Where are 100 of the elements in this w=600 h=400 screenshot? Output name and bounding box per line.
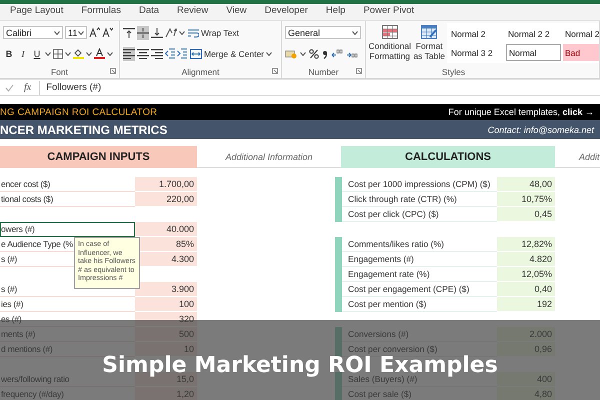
calculation-value-cell: 12,82% <box>497 237 555 252</box>
font-color-icon[interactable] <box>94 48 105 59</box>
ribbon-tab[interactable]: Power Pivot <box>363 3 422 21</box>
calculation-value-cell: 48,00 <box>497 177 555 192</box>
dialog-launcher-icon[interactable] <box>110 68 116 74</box>
conditional-formatting-button[interactable]: Conditional Formatting <box>368 25 412 66</box>
caret-icon[interactable] <box>300 52 306 56</box>
font-grow-icon[interactable] <box>89 27 100 38</box>
table-icon <box>421 25 438 39</box>
font-name-dropdown[interactable]: Calibri <box>3 26 63 39</box>
calculation-value-cell: 0,96 <box>497 342 555 357</box>
input-value-cell[interactable]: 100 <box>135 297 197 312</box>
group-accent-bar <box>335 177 342 222</box>
increase-indent-icon[interactable] <box>177 48 187 59</box>
ribbon-tab[interactable]: Data <box>138 3 168 21</box>
caret-icon[interactable] <box>179 30 185 34</box>
text-orientation-icon[interactable] <box>165 27 177 38</box>
caret-icon[interactable] <box>107 52 113 56</box>
calculation-label-cell: Cost per mention ($) <box>342 297 497 312</box>
cell-style-option[interactable]: Normal <box>506 44 561 61</box>
comma-style-icon[interactable] <box>322 48 328 58</box>
increase-decimal-icon[interactable] <box>331 48 343 58</box>
vertical-align-button[interactable] <box>137 26 149 40</box>
align-center-icon <box>137 48 149 59</box>
calculation-value-cell: 10,75% <box>497 192 555 207</box>
input-value-cell[interactable]: 1.700,00 <box>135 177 197 192</box>
calculations-header: CALCULATIONS <box>341 146 555 168</box>
borders-icon[interactable] <box>53 48 63 58</box>
cell-style-option[interactable]: Normal 2 <box>449 25 504 42</box>
calculation-label-cell: Engagements (#) <box>342 252 497 267</box>
insert-function-button[interactable]: fx <box>24 82 32 93</box>
font-size-dropdown[interactable]: 11 <box>65 26 87 39</box>
group-label: Alignment <box>182 67 220 77</box>
decrease-indent-icon[interactable] <box>165 48 175 59</box>
dialog-launcher-icon[interactable] <box>272 68 278 74</box>
format-as-table-button[interactable]: Format as Table <box>412 25 446 66</box>
caret-icon[interactable] <box>266 52 272 56</box>
sheet-title: NG CAMPAIGN ROI CALCULATOR <box>0 106 158 118</box>
underline-button[interactable]: U <box>31 46 43 60</box>
horizontal-align-button[interactable] <box>137 46 149 60</box>
ribbon-tab[interactable]: View <box>226 3 255 21</box>
calculation-value-cell: 2.000 <box>497 327 555 342</box>
inputs-header: CAMPAIGN INPUTS <box>0 146 197 168</box>
fill-color-icon[interactable] <box>73 48 84 59</box>
contact-email: Contact: info@someka.net <box>488 124 594 134</box>
calculation-label-cell: Engagement rate (%) <box>342 267 497 282</box>
ribbon-tab[interactable]: Developer <box>264 3 316 21</box>
bottom-align-icon <box>151 28 163 38</box>
group-label: Styles <box>442 67 466 77</box>
calculation-value-cell: 4.820 <box>497 252 555 267</box>
input-label-cell[interactable]: tional costs ($) <box>0 192 135 207</box>
input-value-cell[interactable]: 220,00 <box>135 192 197 207</box>
calculation-value-cell: 4,80 <box>497 387 555 400</box>
wrap-text-button[interactable]: Wrap Text <box>187 26 240 40</box>
cell-style-option[interactable]: Normal 2 <box>563 25 599 42</box>
caret-icon[interactable] <box>65 52 71 56</box>
vertical-align-button[interactable] <box>151 26 163 40</box>
calculation-label-cell: Cost per engagement (CPE) ($) <box>342 282 497 297</box>
calculation-label-cell: Click through rate (CTR) (%) <box>342 192 497 207</box>
group-label: Number <box>308 67 339 77</box>
calculation-label-cell: Conversions (#) <box>342 327 497 342</box>
group-accent-bar <box>335 327 342 357</box>
caret-icon[interactable] <box>78 30 84 34</box>
templates-link[interactable]: For unique Excel templates, click → <box>448 107 594 117</box>
calculation-label-cell: Cost per 1000 impressions (CPM) ($) <box>342 177 497 192</box>
dialog-launcher-icon[interactable] <box>356 68 362 74</box>
wrap-text-icon <box>188 28 199 38</box>
ribbon-tab[interactable]: Page Layout <box>10 3 72 21</box>
input-label-cell[interactable]: owers (#) <box>0 222 135 237</box>
bold-button[interactable]: B <box>3 46 15 60</box>
cell-style-option[interactable]: Normal 3 2 <box>449 44 504 61</box>
input-value-cell[interactable]: 3.900 <box>135 282 197 297</box>
align-left-icon <box>123 48 135 59</box>
calculation-value-cell: 0,45 <box>497 207 555 222</box>
calculation-value-cell: 192 <box>497 297 555 312</box>
horizontal-align-button[interactable] <box>151 46 163 60</box>
check-icon[interactable] <box>5 84 14 92</box>
cell-style-option[interactable]: Normal 2 2 <box>506 25 561 42</box>
group-accent-bar <box>335 372 342 400</box>
vertical-align-button[interactable] <box>123 26 135 40</box>
caret-icon[interactable] <box>86 52 92 56</box>
percent-icon[interactable] <box>309 48 319 58</box>
font-shrink-icon[interactable] <box>102 27 113 38</box>
italic-button[interactable]: I <box>17 46 29 60</box>
ribbon-tab[interactable]: Help <box>326 3 354 21</box>
calculation-value-cell: 400 <box>497 372 555 387</box>
merge-center-button[interactable]: Merge & Center <box>189 46 273 60</box>
horizontal-align-button[interactable] <box>123 46 135 60</box>
align-right-icon <box>151 48 163 59</box>
ribbon-tab[interactable]: Review <box>177 3 216 21</box>
ribbon-tab[interactable]: Formulas <box>81 3 129 21</box>
caret-icon[interactable] <box>54 30 60 34</box>
caret-icon[interactable] <box>45 52 51 56</box>
merge-cells-icon <box>190 48 202 58</box>
number-format-dropdown[interactable]: General <box>285 26 361 39</box>
input-value-cell[interactable]: 40.000 <box>135 222 197 237</box>
info-header: Addit <box>555 146 600 168</box>
caret-icon[interactable] <box>352 30 358 34</box>
formula-input-field[interactable]: Followers (#) <box>39 80 600 94</box>
cell-style-option[interactable]: Bad <box>563 44 599 61</box>
